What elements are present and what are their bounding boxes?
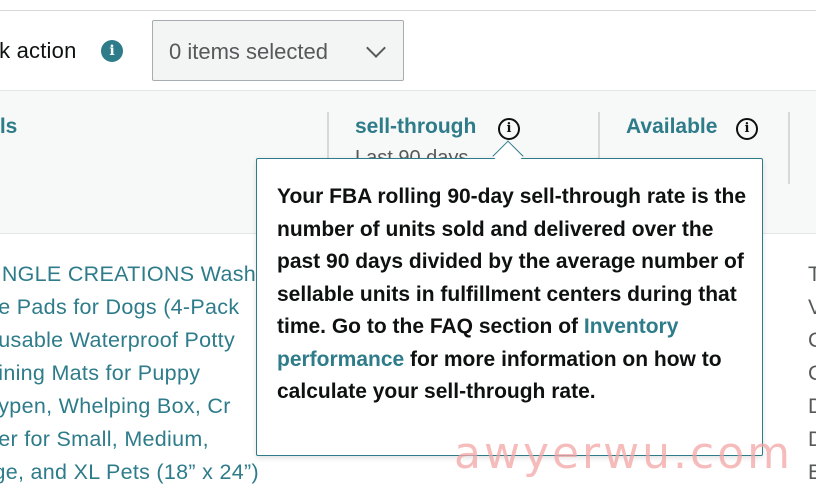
tooltip-text: Your FBA rolling 90-day sell-through rat… <box>277 181 757 409</box>
product-title-line: ee Pads for Dogs (4-Pack <box>0 295 240 319</box>
column-header-sell-through[interactable]: sell-through <box>355 115 476 139</box>
product-title-line: aypen, Whelping Box, Cr <box>0 394 231 418</box>
right-column-letter: D <box>808 395 816 418</box>
right-column-letter: D <box>808 428 816 451</box>
right-column-text: T V C C D D E <box>808 258 816 486</box>
select-value: 0 items selected <box>169 39 328 64</box>
bulk-action-select[interactable]: 0 items selected <box>152 20 404 81</box>
info-icon[interactable]: i <box>101 40 123 62</box>
product-title-line: UNGLE CREATIONS Wash <box>0 262 257 286</box>
chevron-down-icon <box>366 38 386 58</box>
product-title-line: rge, and XL Pets (18” x 24”) <box>0 460 259 484</box>
top-divider <box>0 10 816 11</box>
right-column-letter: E <box>808 461 816 484</box>
product-title-line: ner for Small, Medium, <box>0 427 209 451</box>
column-header-details[interactable]: ils <box>0 115 17 139</box>
right-column-letter: T <box>808 263 816 286</box>
product-title-line: aining Mats for Puppy <box>0 361 201 385</box>
product-title-link[interactable]: UNGLE CREATIONS Wash ee Pads for Dogs (4… <box>0 258 296 486</box>
info-outline-icon[interactable]: i <box>736 118 758 140</box>
right-column-letter: C <box>808 329 816 352</box>
watermark: awyerwu.com <box>454 428 793 479</box>
info-outline-icon[interactable]: i <box>498 118 520 140</box>
right-column-letter: C <box>808 362 816 385</box>
right-column-letter: V <box>808 296 816 319</box>
column-divider <box>788 112 790 184</box>
bulk-action-label: lk action <box>0 38 77 63</box>
column-header-available[interactable]: Available <box>626 115 717 139</box>
sell-through-tooltip: Your FBA rolling 90-day sell-through rat… <box>256 158 763 456</box>
product-title-line: eusable Waterproof Potty <box>0 328 236 352</box>
